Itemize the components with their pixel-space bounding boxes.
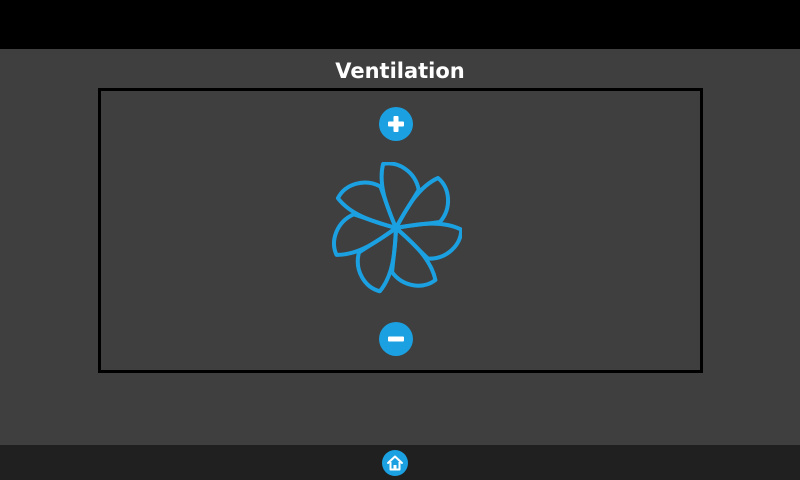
home-button[interactable] — [382, 450, 408, 476]
decrease-fan-speed-button[interactable] — [379, 322, 413, 356]
page-title: Ventilation — [335, 59, 465, 83]
minus-circle-icon — [388, 336, 404, 342]
increase-fan-speed-button[interactable] — [379, 107, 413, 141]
fan-blade — [394, 176, 450, 230]
plus-circle-icon — [388, 116, 404, 132]
fan-icon — [332, 162, 462, 294]
top-status-bar — [0, 0, 800, 49]
home-icon — [387, 455, 403, 471]
